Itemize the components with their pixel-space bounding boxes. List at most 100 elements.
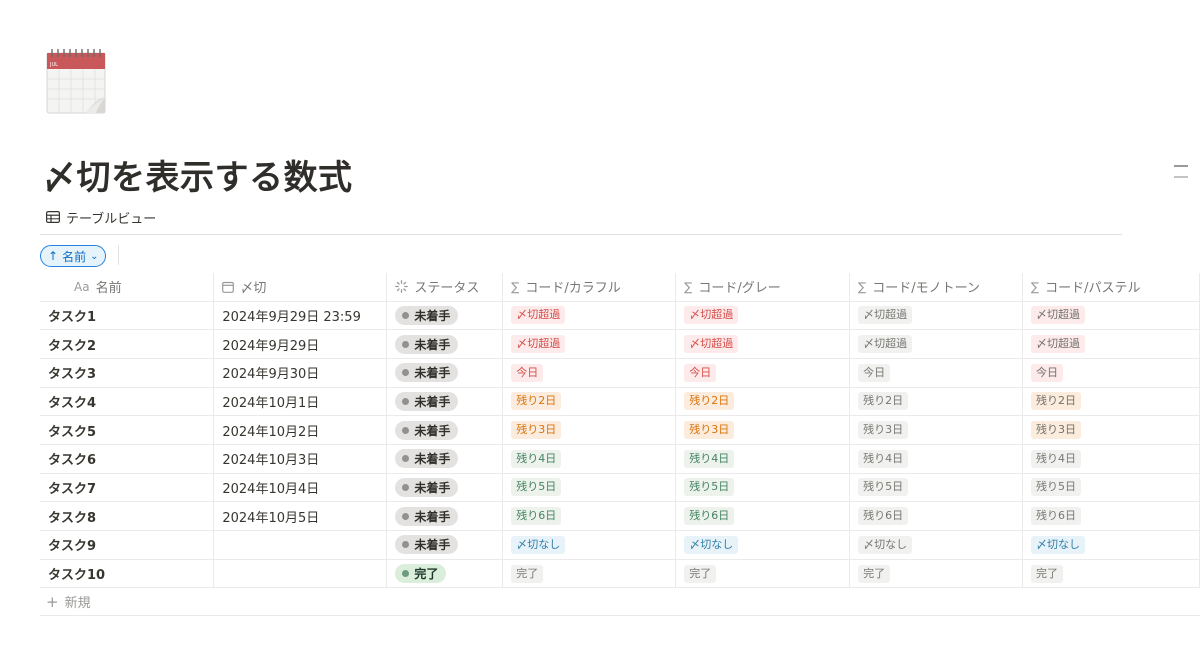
cell-status[interactable]: 未着手 <box>386 501 504 531</box>
cell-code-gray[interactable]: 残り3日 <box>675 415 851 445</box>
cell-deadline[interactable]: 2024年9月29日 23:59 <box>213 301 388 331</box>
cell-code-pastel[interactable]: 残り4日 <box>1022 444 1200 474</box>
cell-status[interactable]: 未着手 <box>386 415 504 445</box>
cell-name[interactable]: タスク9 <box>40 530 215 560</box>
cell-status[interactable]: 未着手 <box>386 387 504 417</box>
cell-code-gray[interactable]: 今日 <box>675 358 851 388</box>
deadline-tag: 残り2日 <box>858 392 909 411</box>
column-header-code-pastel[interactable]: ∑ コード/パステル <box>1022 273 1200 302</box>
cell-name[interactable]: タスク4 <box>40 387 215 417</box>
cell-code-mono[interactable]: 今日 <box>849 358 1024 388</box>
cell-deadline[interactable] <box>213 559 388 589</box>
status-badge: 未着手 <box>395 391 459 411</box>
new-row-button[interactable]: + 新規 <box>40 588 1200 616</box>
cell-code-pastel[interactable]: 残り6日 <box>1022 501 1200 531</box>
cell-name[interactable]: タスク3 <box>40 358 215 388</box>
cell-deadline[interactable]: 2024年10月5日 <box>213 501 388 531</box>
cell-code-colorful[interactable]: 残り6日 <box>502 501 677 531</box>
deadline-tag: 今日 <box>858 363 891 382</box>
cell-code-mono[interactable]: 残り5日 <box>849 473 1024 503</box>
cell-code-pastel[interactable]: 完了 <box>1022 559 1200 589</box>
cell-code-colorful[interactable]: 残り5日 <box>502 473 677 503</box>
table-row[interactable]: タスク5 2024年10月2日 未着手 残り3日 残り3日 残り3日 残り3日 <box>40 415 1200 445</box>
deadline-tag: 〆切なし <box>858 535 913 554</box>
cell-status[interactable]: 未着手 <box>386 530 504 560</box>
cell-status[interactable]: 未着手 <box>386 473 504 503</box>
cell-name[interactable]: タスク2 <box>40 329 215 359</box>
sort-chip-name[interactable]: ↑ 名前 ⌄ <box>40 245 107 267</box>
cell-code-gray[interactable]: 残り5日 <box>675 473 851 503</box>
cell-deadline[interactable]: 2024年10月3日 <box>213 444 388 474</box>
tab-table-view[interactable]: テーブルビュー <box>46 207 156 227</box>
cell-code-mono[interactable]: 残り6日 <box>849 501 1024 531</box>
cell-deadline[interactable]: 2024年10月2日 <box>213 415 388 445</box>
calendar-icon[interactable]: JUL <box>46 47 106 115</box>
cell-code-colorful[interactable]: 〆切超過 <box>502 329 677 359</box>
cell-code-pastel[interactable]: 残り3日 <box>1022 415 1200 445</box>
deadline-tag: 残り4日 <box>858 449 909 468</box>
cell-code-mono[interactable]: 残り4日 <box>849 444 1024 474</box>
column-header-name[interactable]: Aa 名前 <box>40 273 215 302</box>
cell-name[interactable]: タスク8 <box>40 501 215 531</box>
cell-status[interactable]: 未着手 <box>386 329 504 359</box>
cell-code-colorful[interactable]: 完了 <box>502 559 677 589</box>
cell-code-colorful[interactable]: 今日 <box>502 358 677 388</box>
cell-code-pastel[interactable]: 〆切超過 <box>1022 301 1200 331</box>
cell-code-gray[interactable]: 残り2日 <box>675 387 851 417</box>
table-row[interactable]: タスク9 未着手 〆切なし 〆切なし 〆切なし 〆切なし <box>40 530 1200 560</box>
cell-code-mono[interactable]: 〆切超過 <box>849 301 1024 331</box>
cell-status[interactable]: 未着手 <box>386 301 504 331</box>
table-row[interactable]: タスク1 2024年9月29日 23:59 未着手 〆切超過 〆切超過 〆切超過 〆切超過 <box>40 301 1200 331</box>
cell-code-pastel[interactable]: 残り5日 <box>1022 473 1200 503</box>
cell-code-mono[interactable]: 残り3日 <box>849 415 1024 445</box>
cell-name[interactable]: タスク7 <box>40 473 215 503</box>
cell-code-gray[interactable]: 〆切超過 <box>675 301 851 331</box>
cell-code-pastel[interactable]: 今日 <box>1022 358 1200 388</box>
outline-icon[interactable] <box>1174 165 1188 179</box>
cell-code-mono[interactable]: 完了 <box>849 559 1024 589</box>
cell-code-gray[interactable]: 〆切超過 <box>675 329 851 359</box>
cell-deadline[interactable] <box>213 530 388 560</box>
cell-name[interactable]: タスク5 <box>40 415 215 445</box>
cell-deadline[interactable]: 2024年9月30日 <box>213 358 388 388</box>
cell-status[interactable]: 完了 <box>386 559 504 589</box>
cell-code-pastel[interactable]: 〆切なし <box>1022 530 1200 560</box>
cell-code-mono[interactable]: 〆切超過 <box>849 329 1024 359</box>
page-title[interactable]: 〆切を表示する数式 <box>42 150 353 199</box>
cell-code-pastel[interactable]: 〆切超過 <box>1022 329 1200 359</box>
cell-status[interactable]: 未着手 <box>386 358 504 388</box>
cell-name[interactable]: タスク1 <box>40 301 215 331</box>
cell-deadline[interactable]: 2024年9月29日 <box>213 329 388 359</box>
cell-deadline[interactable]: 2024年10月4日 <box>213 473 388 503</box>
table-row[interactable]: タスク8 2024年10月5日 未着手 残り6日 残り6日 残り6日 残り6日 <box>40 501 1200 531</box>
cell-code-gray[interactable]: 完了 <box>675 559 851 589</box>
cell-code-gray[interactable]: 残り4日 <box>675 444 851 474</box>
cell-code-colorful[interactable]: 残り3日 <box>502 415 677 445</box>
column-header-code-monotone[interactable]: ∑ コード/モノトーン <box>849 273 1024 302</box>
new-row-label: 新規 <box>64 596 91 611</box>
cell-name[interactable]: タスク10 <box>40 559 215 589</box>
table-row[interactable]: タスク4 2024年10月1日 未着手 残り2日 残り2日 残り2日 残り2日 <box>40 387 1200 417</box>
cell-code-colorful[interactable]: 〆切なし <box>502 530 677 560</box>
column-header-code-colorful[interactable]: ∑ コード/カラフル <box>502 273 677 302</box>
column-header-status[interactable]: ステータス <box>386 273 504 302</box>
table-row[interactable]: タスク6 2024年10月3日 未着手 残り4日 残り4日 残り4日 残り4日 <box>40 444 1200 474</box>
cell-deadline[interactable]: 2024年10月1日 <box>213 387 388 417</box>
table-row[interactable]: タスク3 2024年9月30日 未着手 今日 今日 今日 今日 <box>40 358 1200 388</box>
cell-code-gray[interactable]: 残り6日 <box>675 501 851 531</box>
column-header-deadline[interactable]: 〆切 <box>213 273 388 302</box>
cell-code-mono[interactable]: 〆切なし <box>849 530 1024 560</box>
column-header-code-gray[interactable]: ∑ コード/グレー <box>675 273 851 302</box>
table-row[interactable]: タスク10 完了 完了 完了 完了 完了 <box>40 559 1200 589</box>
table-row[interactable]: タスク7 2024年10月4日 未着手 残り5日 残り5日 残り5日 残り5日 <box>40 473 1200 503</box>
table-row[interactable]: タスク2 2024年9月29日 未着手 〆切超過 〆切超過 〆切超過 〆切超過 <box>40 329 1200 359</box>
status-dot-icon <box>402 570 410 578</box>
cell-code-colorful[interactable]: 残り4日 <box>502 444 677 474</box>
cell-code-colorful[interactable]: 〆切超過 <box>502 301 677 331</box>
cell-code-gray[interactable]: 〆切なし <box>675 530 851 560</box>
cell-code-pastel[interactable]: 残り2日 <box>1022 387 1200 417</box>
cell-status[interactable]: 未着手 <box>386 444 504 474</box>
cell-code-mono[interactable]: 残り2日 <box>849 387 1024 417</box>
cell-code-colorful[interactable]: 残り2日 <box>502 387 677 417</box>
cell-name[interactable]: タスク6 <box>40 444 215 474</box>
